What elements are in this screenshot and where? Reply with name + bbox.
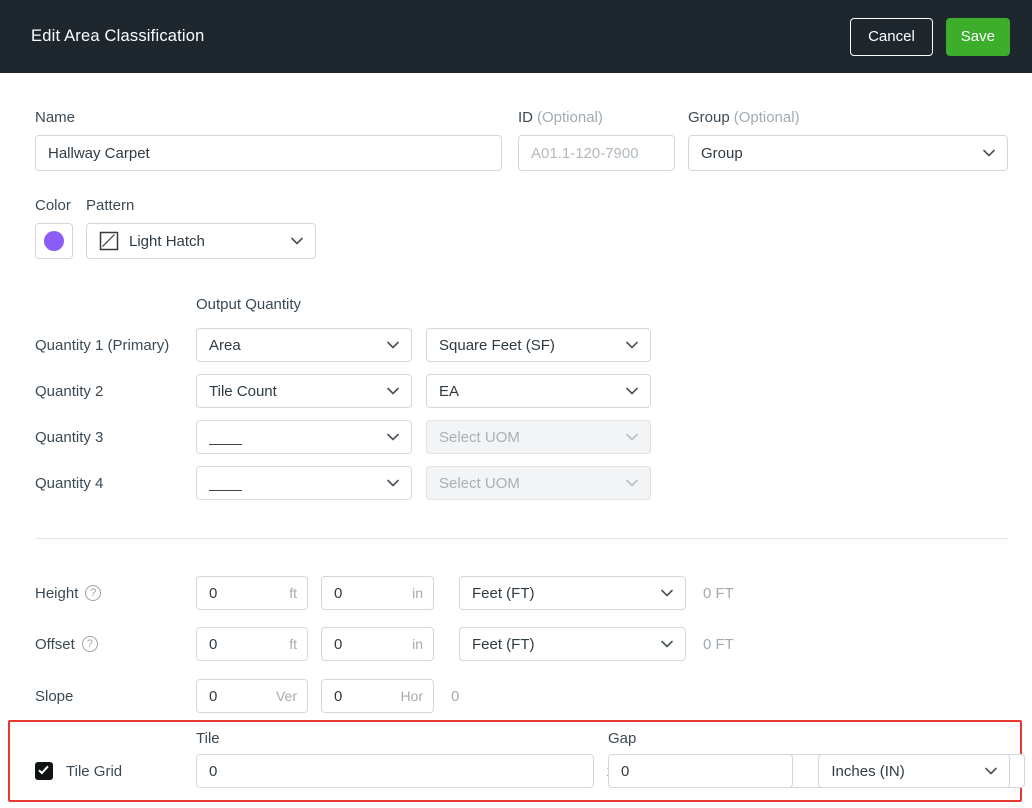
quantity-2-uom-select[interactable]: EA — [426, 374, 651, 408]
height-row: Height ? ft in Feet (FT) 0 FT — [35, 576, 1008, 610]
slope-hor-field: Hor — [321, 679, 434, 713]
id-label: ID(Optional) — [518, 109, 675, 126]
chevron-down-icon — [618, 341, 638, 349]
dialog-title: Edit Area Classification — [31, 27, 205, 46]
offset-readout: 0 FT — [703, 636, 734, 653]
slope-ver-input[interactable] — [196, 679, 308, 713]
id-field: ID(Optional) — [518, 109, 675, 171]
quantity-1-type-select[interactable]: Area — [196, 328, 412, 362]
color-dot-icon — [44, 231, 64, 251]
pattern-select[interactable]: Light Hatch — [86, 223, 316, 259]
gap-label: Gap — [608, 730, 793, 747]
height-readout: 0 FT — [703, 585, 734, 602]
chevron-down-icon — [379, 433, 399, 441]
quantity-3-uom-select[interactable]: Select UOM — [426, 420, 651, 454]
color-label: Color — [35, 197, 73, 214]
edit-area-classification-dialog: Edit Area Classification Cancel Save Nam… — [0, 0, 1032, 808]
tile-grid-checkbox[interactable] — [35, 762, 53, 780]
pattern-field: Pattern Light Hatch — [86, 197, 316, 259]
quantity-4-type-select[interactable]: ____ — [196, 466, 412, 500]
tile-label: Tile — [196, 730, 594, 747]
name-input[interactable] — [35, 135, 502, 171]
id-input[interactable] — [518, 135, 675, 171]
offset-ft-input[interactable] — [196, 627, 308, 661]
tile-grid-label: Tile Grid — [66, 763, 122, 780]
slope-readout: 0 — [451, 688, 459, 705]
chevron-down-icon — [618, 387, 638, 395]
identity-row: Name ID(Optional) Group(Optional) Group — [35, 109, 1008, 171]
quantity-4-label: Quantity 4 — [35, 475, 196, 492]
gap-group: Gap — [608, 730, 793, 788]
height-ft-input[interactable] — [196, 576, 308, 610]
tile-grid-toggle-group: Tile Grid — [35, 762, 196, 788]
save-button[interactable]: Save — [946, 18, 1010, 56]
pattern-label: Pattern — [86, 197, 316, 214]
chevron-down-icon — [379, 341, 399, 349]
quantity-2-label: Quantity 2 — [35, 383, 196, 400]
group-select[interactable]: Group — [688, 135, 1008, 171]
id-optional-label: (Optional) — [537, 109, 603, 126]
offset-uom-select[interactable]: Feet (FT) — [459, 627, 686, 661]
height-in-input[interactable] — [321, 576, 434, 610]
offset-in-field: in — [321, 627, 434, 661]
slope-label: Slope — [35, 688, 196, 705]
chevron-down-icon — [653, 640, 673, 648]
slope-row: Slope Ver Hor 0 — [35, 679, 1008, 713]
color-field: Color — [35, 197, 73, 259]
slope-hor-input[interactable] — [321, 679, 434, 713]
offset-in-input[interactable] — [321, 627, 434, 661]
quantity-4-uom-select[interactable]: Select UOM — [426, 466, 651, 500]
offset-label: Offset ? — [35, 636, 196, 653]
group-field: Group(Optional) Group — [688, 109, 1008, 171]
height-uom-select[interactable]: Feet (FT) — [459, 576, 686, 610]
name-field: Name — [35, 109, 502, 171]
name-label: Name — [35, 109, 502, 126]
quantity-3-label: Quantity 3 — [35, 429, 196, 446]
section-divider — [35, 538, 1008, 539]
quantity-2-type-select[interactable]: Tile Count — [196, 374, 412, 408]
quantity-3-row: Quantity 3 ____ Select UOM — [35, 420, 1008, 454]
group-optional-label: (Optional) — [734, 109, 800, 126]
quantity-3-type-select[interactable]: ____ — [196, 420, 412, 454]
height-in-field: in — [321, 576, 434, 610]
help-icon[interactable]: ? — [85, 585, 101, 601]
chevron-down-icon — [618, 433, 638, 441]
chevron-down-icon — [977, 767, 997, 775]
tile-size-group: Tile x — [196, 730, 594, 788]
chevron-down-icon — [975, 149, 995, 157]
quantity-1-uom-select[interactable]: Square Feet (SF) — [426, 328, 651, 362]
header-actions: Cancel Save — [850, 18, 1010, 56]
help-icon[interactable]: ? — [82, 636, 98, 652]
output-quantity-label: Output Quantity — [196, 296, 1008, 313]
color-pattern-row: Color Pattern Light Hatch — [35, 197, 1008, 259]
height-ft-field: ft — [196, 576, 308, 610]
cancel-button[interactable]: Cancel — [850, 18, 933, 56]
quantity-1-row: Quantity 1 (Primary) Area Square Feet (S… — [35, 328, 1008, 362]
chevron-down-icon — [283, 237, 303, 245]
tile-grid-uom-select[interactable]: Inches (IN) — [818, 754, 1010, 788]
group-label: Group(Optional) — [688, 109, 1008, 126]
color-swatch-button[interactable] — [35, 223, 73, 259]
tile-size-inputs: x — [196, 754, 594, 788]
offset-ft-field: ft — [196, 627, 308, 661]
height-label: Height ? — [35, 585, 196, 602]
chevron-down-icon — [618, 479, 638, 487]
quantity-1-label: Quantity 1 (Primary) — [35, 337, 196, 354]
tile-grid-section-highlight: Tile Grid Tile x Gap Inches (IN) — [8, 720, 1022, 802]
tile-width-input[interactable] — [196, 754, 594, 788]
quantity-2-row: Quantity 2 Tile Count EA — [35, 374, 1008, 408]
gap-input[interactable] — [608, 754, 793, 788]
slope-ver-field: Ver — [196, 679, 308, 713]
quantity-4-row: Quantity 4 ____ Select UOM — [35, 466, 1008, 500]
checkmark-icon — [38, 764, 48, 775]
offset-row: Offset ? ft in Feet (FT) 0 FT — [35, 627, 1008, 661]
chevron-down-icon — [379, 479, 399, 487]
chevron-down-icon — [379, 387, 399, 395]
dialog-body: Name ID(Optional) Group(Optional) Group — [0, 73, 1032, 802]
chevron-down-icon — [653, 589, 673, 597]
dialog-header: Edit Area Classification Cancel Save — [0, 0, 1032, 73]
hatch-pattern-icon — [99, 231, 119, 251]
